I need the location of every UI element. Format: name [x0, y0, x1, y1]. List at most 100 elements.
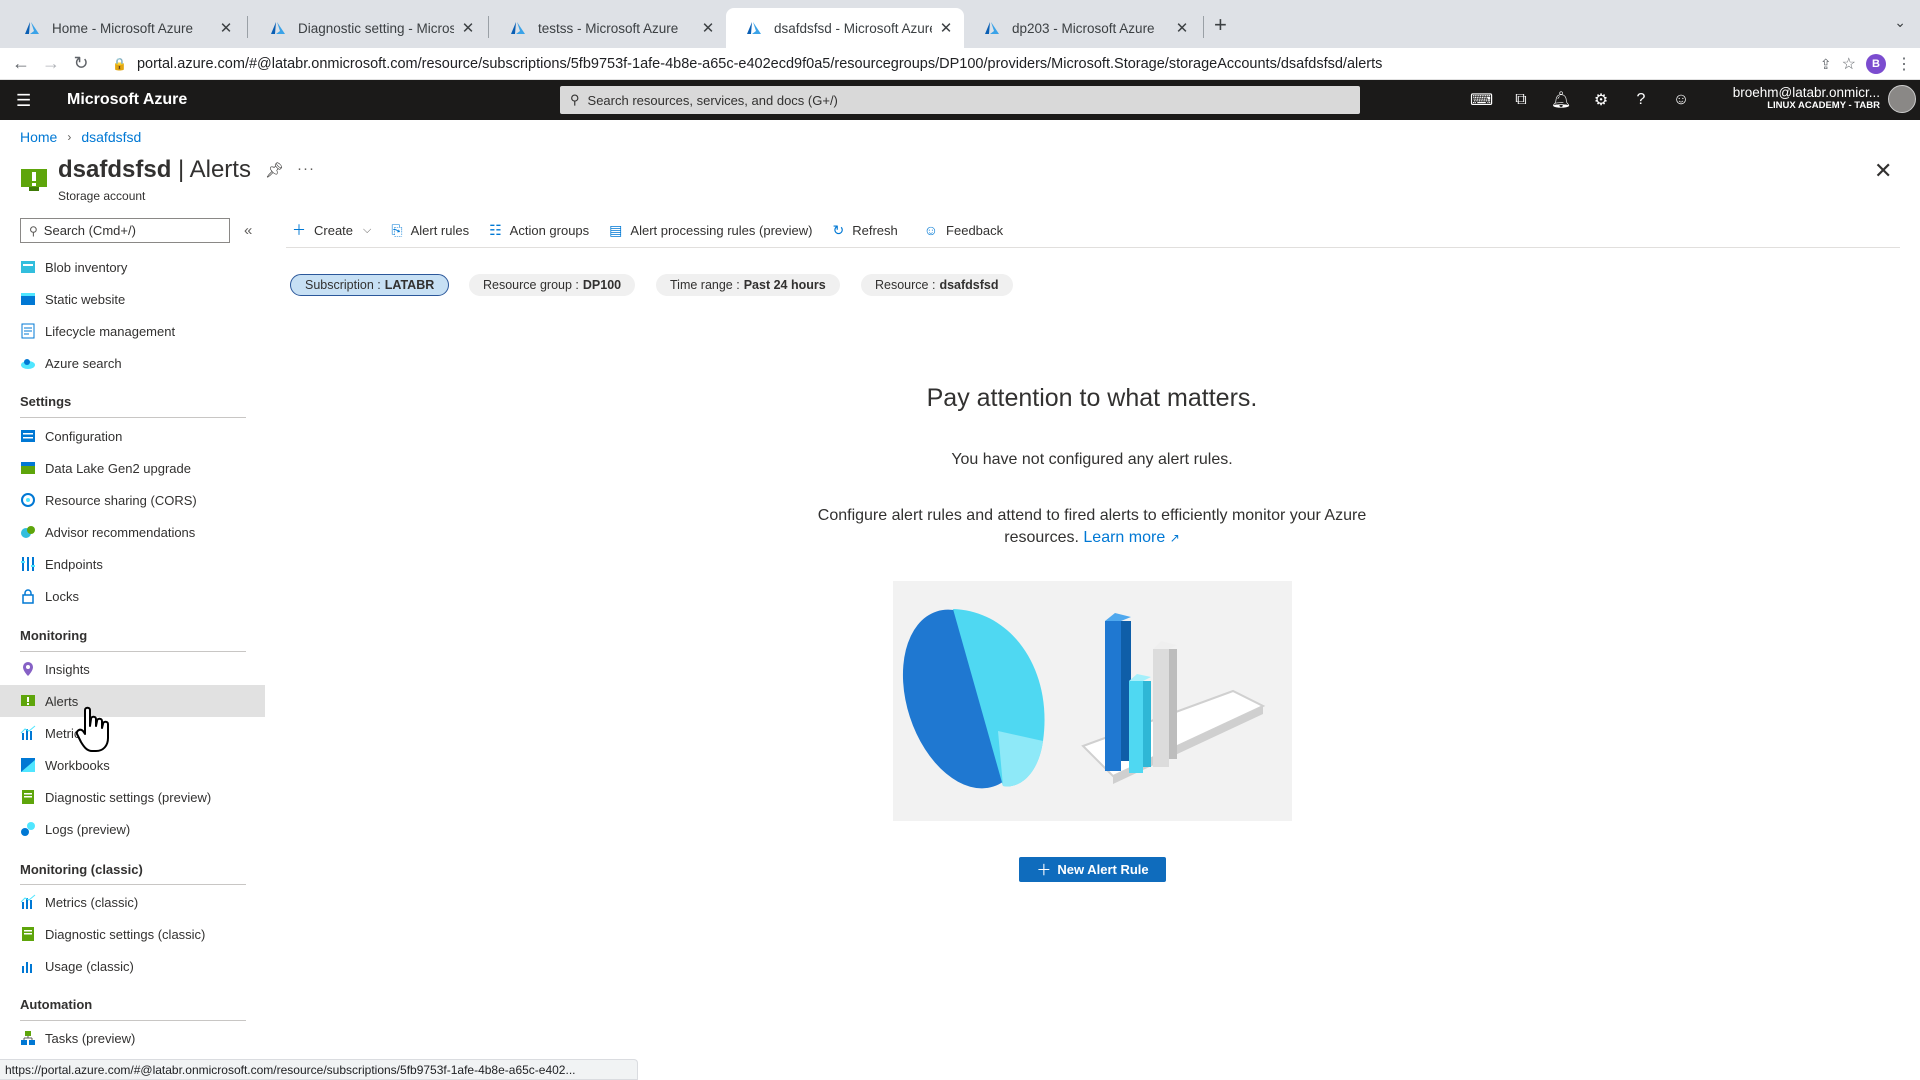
close-icon[interactable]: ✕	[938, 19, 954, 37]
sidebar-item-label: Blob inventory	[45, 259, 128, 275]
feedback-label: Feedback	[946, 222, 1004, 238]
account-menu[interactable]: broehm@latabr.onmicr... LINUX ACADEMY - …	[1720, 85, 1880, 111]
collapse-sidebar-icon[interactable]: «	[244, 222, 252, 239]
sidebar-item-diagnostic-settings[interactable]: Diagnostic settings (preview)	[0, 781, 265, 813]
sidebar-item-alerts[interactable]: Alerts	[0, 685, 265, 717]
blob-inventory-icon	[21, 261, 35, 273]
sidebar-item-metrics[interactable]: Metrics	[0, 717, 265, 749]
sidebar-item-endpoints[interactable]: Endpoints	[0, 548, 265, 580]
browser-tab[interactable]: dp203 - Microsoft Azure ✕	[964, 8, 1200, 48]
sidebar-item-label: Diagnostic settings (classic)	[45, 926, 206, 942]
sidebar-item-label: Lifecycle management	[45, 323, 176, 339]
directory-filter-icon[interactable]: ⧉	[1510, 91, 1532, 109]
close-icon[interactable]: ✕	[1874, 158, 1892, 184]
endpoints-icon	[21, 557, 35, 571]
sidebar-search-input[interactable]: ⚲ Search (Cmd+/)	[20, 218, 230, 243]
reload-icon[interactable]: ↻	[66, 49, 96, 79]
sidebar-item-insights[interactable]: Insights	[0, 653, 265, 685]
new-alert-rule-label: New Alert Rule	[1057, 862, 1149, 877]
alert-rules-button[interactable]: ⎘ Alert rules	[391, 222, 469, 239]
alert-processing-rules-button[interactable]: ▤ Alert processing rules (preview)	[609, 222, 812, 239]
diagnostic-settings-icon	[22, 927, 34, 941]
filter-label: Resource group :	[483, 278, 579, 292]
sidebar-item-tasks[interactable]: Tasks (preview)	[0, 1022, 265, 1054]
filter-time-range[interactable]: Time range : Past 24 hours	[656, 274, 840, 296]
filter-resource[interactable]: Resource : dsafdsfsd	[861, 274, 1013, 296]
sidebar-item-lifecycle-management[interactable]: Lifecycle management	[0, 315, 265, 347]
forward-icon[interactable]: →	[36, 49, 66, 79]
sidebar-item-label: Tasks (preview)	[45, 1030, 136, 1046]
feedback-button[interactable]: ☺ Feedback	[924, 222, 1003, 238]
browser-toolbar: ← → ↻ 🔒 portal.azure.com/#@latabr.onmicr…	[0, 48, 1920, 80]
refresh-button[interactable]: ↻ Refresh	[832, 222, 897, 239]
sidebar-item-blob-inventory[interactable]: Blob inventory	[0, 251, 265, 283]
browser-tab-title: Diagnostic setting - Microsoft	[298, 20, 454, 36]
sidebar-item-cors[interactable]: Resource sharing (CORS)	[0, 484, 265, 516]
sidebar-item-locks[interactable]: Locks	[0, 580, 265, 612]
feedback-icon[interactable]: ☺	[1670, 91, 1692, 109]
sidebar-item-metrics-classic[interactable]: Metrics (classic)	[0, 886, 265, 918]
hamburger-menu-icon[interactable]: ☰	[16, 91, 31, 111]
configuration-icon	[21, 430, 35, 442]
sidebar-item-advisor[interactable]: Advisor recommendations	[0, 516, 265, 548]
sidebar-item-logs[interactable]: Logs (preview)	[0, 813, 265, 845]
filter-subscription[interactable]: Subscription : LATABR	[290, 274, 450, 296]
lifecycle-icon	[21, 323, 35, 339]
avatar[interactable]	[1888, 85, 1916, 113]
address-bar[interactable]: 🔒 portal.azure.com/#@latabr.onmicrosoft.…	[112, 51, 1792, 77]
breadcrumb-home-link[interactable]: Home	[20, 129, 57, 145]
alerts-icon	[21, 695, 35, 706]
close-icon[interactable]: ✕	[1174, 19, 1190, 37]
breadcrumb-resource-link[interactable]: dsafdsfsd	[81, 129, 141, 145]
share-icon[interactable]: ⇪	[1820, 56, 1832, 73]
create-button[interactable]: ＋ Create ⌵	[292, 220, 371, 240]
browser-tab-active[interactable]: dsafdsfsd - Microsoft Azure ✕	[726, 8, 964, 48]
global-search-input[interactable]: ⚲ Search resources, services, and docs (…	[560, 86, 1360, 114]
sidebar-item-azure-search[interactable]: Azure search	[0, 347, 265, 379]
browser-tab-title: dp203 - Microsoft Azure	[1012, 20, 1155, 36]
azure-brand[interactable]: Microsoft Azure	[67, 91, 187, 109]
tasks-icon	[21, 1031, 35, 1045]
close-icon[interactable]: ✕	[700, 19, 716, 37]
azure-logo-icon	[985, 22, 999, 34]
insights-icon	[23, 662, 33, 676]
action-groups-button[interactable]: ☷ Action groups	[489, 222, 589, 239]
back-icon[interactable]: ←	[6, 49, 36, 79]
sidebar-item-usage-classic[interactable]: Usage (classic)	[0, 950, 265, 982]
profile-avatar[interactable]: B	[1866, 54, 1886, 74]
browser-tab[interactable]: Diagnostic setting - Microsoft ✕	[250, 8, 486, 48]
page-title: dsafdsfsd | Alerts	[58, 156, 251, 184]
sidebar-item-label: Configuration	[45, 428, 123, 444]
sidebar-item-label: Static website	[45, 291, 126, 307]
help-icon[interactable]: ?	[1630, 91, 1652, 109]
alert-processing-rules-label: Alert processing rules (preview)	[630, 222, 813, 238]
notifications-bell-icon[interactable]: 🔔︎	[1550, 90, 1572, 110]
advisor-icon	[21, 526, 35, 538]
sidebar-item-diagnostic-classic[interactable]: Diagnostic settings (classic)	[0, 918, 265, 950]
sidebar-item-label: Alerts	[45, 693, 79, 709]
sidebar-item-data-lake-upgrade[interactable]: Data Lake Gen2 upgrade	[0, 452, 265, 484]
divider	[20, 1020, 246, 1021]
close-icon[interactable]: ✕	[218, 19, 234, 37]
new-alert-rule-button[interactable]: ＋ New Alert Rule	[1019, 857, 1166, 882]
search-icon: ⚲	[29, 223, 38, 238]
cloud-shell-icon[interactable]: ⌨	[1470, 90, 1493, 110]
sidebar-item-static-website[interactable]: Static website	[0, 283, 265, 315]
search-icon: ⚲	[570, 92, 580, 107]
action-groups-label: Action groups	[509, 222, 590, 238]
more-options-icon[interactable]: ···	[297, 160, 315, 177]
browser-tab[interactable]: Home - Microsoft Azure ✕	[4, 8, 244, 48]
new-tab-button[interactable]: +	[1214, 14, 1227, 36]
empty-state-description: Configure alert rules and attend to fire…	[812, 505, 1372, 549]
sidebar-item-configuration[interactable]: Configuration	[0, 420, 265, 452]
sidebar-item-workbooks[interactable]: Workbooks	[0, 749, 265, 781]
browser-tab[interactable]: testss - Microsoft Azure ✕	[490, 8, 726, 48]
close-icon[interactable]: ✕	[460, 19, 476, 37]
filter-resource-group[interactable]: Resource group : DP100	[469, 274, 636, 296]
pin-icon[interactable]: 📌︎	[265, 161, 284, 179]
tab-search-icon[interactable]: ⌄	[1894, 14, 1906, 31]
learn-more-link[interactable]: Learn more ↗	[1083, 529, 1179, 546]
settings-gear-icon[interactable]: ⚙	[1590, 90, 1612, 110]
browser-menu-icon[interactable]: ⋮	[1896, 54, 1912, 74]
bookmark-star-icon[interactable]: ☆	[1842, 54, 1856, 74]
